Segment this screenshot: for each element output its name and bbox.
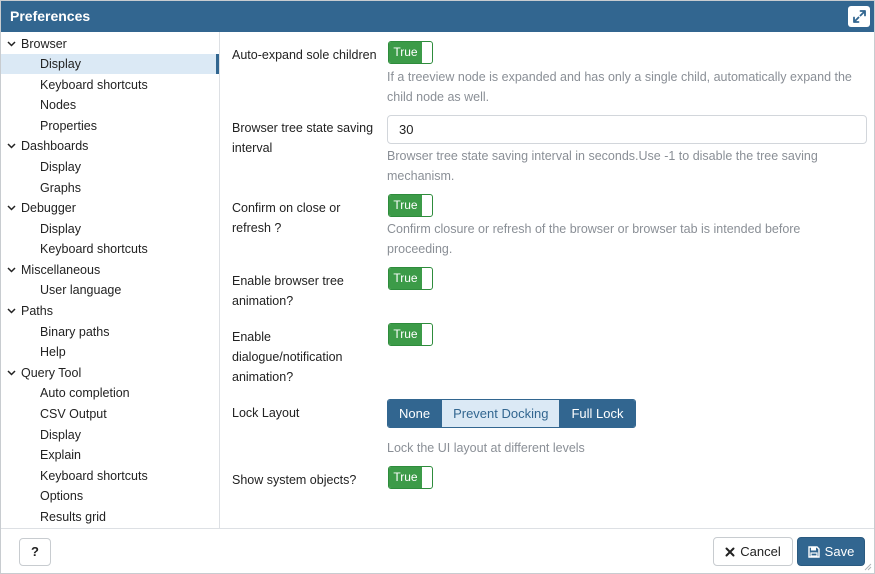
dialog-titlebar[interactable]: Preferences (1, 1, 874, 32)
save-button[interactable]: Save (797, 537, 865, 566)
chevron-down-icon (6, 143, 16, 149)
chevron-down-icon (6, 308, 16, 314)
tree-item-dashboards-graphs[interactable]: Graphs (1, 178, 219, 198)
resize-grip-icon[interactable] (864, 563, 872, 571)
tree-item-query-display[interactable]: Display (1, 425, 219, 445)
tree-item-browser-display[interactable]: Display (1, 54, 219, 74)
tree-item-csv-output[interactable]: CSV Output (1, 404, 219, 424)
lock-layout-label: Lock Layout (232, 406, 300, 420)
chevron-down-icon (6, 205, 16, 211)
tree-node-label: Dashboards (21, 139, 89, 153)
tree-item-browser-properties[interactable]: Properties (1, 116, 219, 136)
tree-node-label: Paths (21, 304, 53, 318)
lock-layout-selector: None Prevent Docking Full Lock (387, 399, 636, 428)
tree-item-user-language[interactable]: User language (1, 280, 219, 300)
tree-item-explain[interactable]: Explain (1, 445, 219, 465)
system-objects-label: Show system objects? (232, 473, 357, 487)
system-objects-toggle[interactable]: True (388, 466, 433, 489)
toggle-state: True (389, 324, 422, 345)
dialogue-animation-toggle[interactable]: True (388, 323, 433, 346)
save-icon (807, 545, 820, 558)
auto-expand-label: Auto-expand sole children (232, 48, 377, 62)
tree-item-query-keyboard-shortcuts[interactable]: Keyboard shortcuts (1, 466, 219, 486)
tree-node-browser[interactable]: Browser (1, 34, 219, 54)
tree-item-label: Options (40, 489, 84, 503)
tree-item-label: Display (40, 222, 81, 236)
tree-node-label: Query Tool (21, 366, 82, 380)
preferences-tree: Browser Display Keyboard shortcuts Nodes… (1, 32, 220, 528)
tree-item-dashboards-display[interactable]: Display (1, 157, 219, 177)
toggle-state: True (389, 268, 422, 289)
tree-item-label: Display (40, 160, 81, 174)
toggle-state: True (389, 42, 422, 63)
tree-item-help[interactable]: Help (1, 342, 219, 362)
tree-state-interval-help: Browser tree state saving interval in se… (387, 149, 818, 183)
tree-node-label: Browser (21, 37, 67, 51)
toggle-state: True (389, 467, 422, 488)
tree-item-browser-nodes[interactable]: Nodes (1, 95, 219, 115)
tree-item-label: Explain (40, 448, 81, 462)
tree-state-interval-label: Browser tree state saving interval (232, 121, 374, 155)
dialog-footer: ? Cancel Save (1, 528, 874, 573)
toggle-state: True (389, 195, 422, 216)
tree-item-label: Results grid (40, 510, 106, 524)
help-button[interactable]: ? (19, 538, 51, 566)
dialogue-animation-label: Enable dialogue/notification animation? (232, 330, 343, 384)
close-icon (725, 547, 735, 556)
cancel-button-label: Cancel (740, 544, 781, 559)
tree-node-miscellaneous[interactable]: Miscellaneous (1, 260, 219, 280)
tree-item-label: CSV Output (40, 407, 107, 421)
expand-icon (852, 10, 866, 23)
chevron-down-icon (6, 370, 16, 376)
confirm-close-label: Confirm on close or refresh ? (232, 201, 341, 235)
lock-layout-option-prevent-docking[interactable]: Prevent Docking (441, 400, 561, 427)
maximize-button[interactable] (848, 6, 870, 27)
tree-item-label: Keyboard shortcuts (40, 469, 148, 483)
tree-node-paths[interactable]: Paths (1, 301, 219, 321)
tree-node-debugger[interactable]: Debugger (1, 198, 219, 218)
tree-item-options[interactable]: Options (1, 486, 219, 506)
auto-expand-help: If a treeview node is expanded and has o… (387, 70, 852, 104)
confirm-close-toggle[interactable]: True (388, 194, 433, 217)
confirm-close-help: Confirm closure or refresh of the browse… (387, 222, 801, 256)
tree-item-browser-keyboard-shortcuts[interactable]: Keyboard shortcuts (1, 75, 219, 95)
auto-expand-toggle[interactable]: True (388, 41, 433, 64)
lock-layout-option-full-lock[interactable]: Full Lock (560, 400, 635, 427)
tree-item-binary-paths[interactable]: Binary paths (1, 322, 219, 342)
tree-node-dashboards[interactable]: Dashboards (1, 136, 219, 156)
lock-layout-option-none[interactable]: None (388, 400, 442, 427)
tree-item-label: Keyboard shortcuts (40, 78, 148, 92)
tree-animation-label: Enable browser tree animation? (232, 274, 344, 308)
tree-node-label: Miscellaneous (21, 263, 101, 277)
preferences-dialog: Preferences Browser Display Keyboard sho… (0, 0, 875, 574)
tree-node-query-tool[interactable]: Query Tool (1, 363, 219, 383)
cancel-button[interactable]: Cancel (713, 537, 793, 566)
preferences-panel: Auto-expand sole children True If a tree… (221, 32, 874, 528)
chevron-down-icon (6, 41, 16, 47)
tree-item-results-grid[interactable]: Results grid (1, 507, 219, 527)
tree-item-label: Properties (40, 119, 97, 133)
tree-item-label: Keyboard shortcuts (40, 242, 148, 256)
tree-item-auto-completion[interactable]: Auto completion (1, 383, 219, 403)
tree-item-label: Help (40, 345, 66, 359)
tree-item-label: Display (40, 57, 81, 71)
tree-item-debugger-display[interactable]: Display (1, 219, 219, 239)
tree-node-label: Debugger (21, 201, 76, 215)
chevron-down-icon (6, 267, 16, 273)
tree-item-label: Nodes (40, 98, 77, 112)
tree-item-label: Auto completion (40, 386, 130, 400)
tree-item-label: User language (40, 283, 122, 297)
lock-layout-help: Lock the UI layout at different levels (387, 441, 585, 455)
tree-state-interval-input[interactable]: 30 (387, 115, 867, 144)
tree-animation-toggle[interactable]: True (388, 267, 433, 290)
tree-item-debugger-keyboard-shortcuts[interactable]: Keyboard shortcuts (1, 239, 219, 259)
save-button-label: Save (824, 544, 855, 559)
dialog-title: Preferences (10, 8, 91, 24)
tree-item-label: Binary paths (40, 325, 110, 339)
tree-item-label: Graphs (40, 181, 81, 195)
tree-item-label: Display (40, 428, 81, 442)
